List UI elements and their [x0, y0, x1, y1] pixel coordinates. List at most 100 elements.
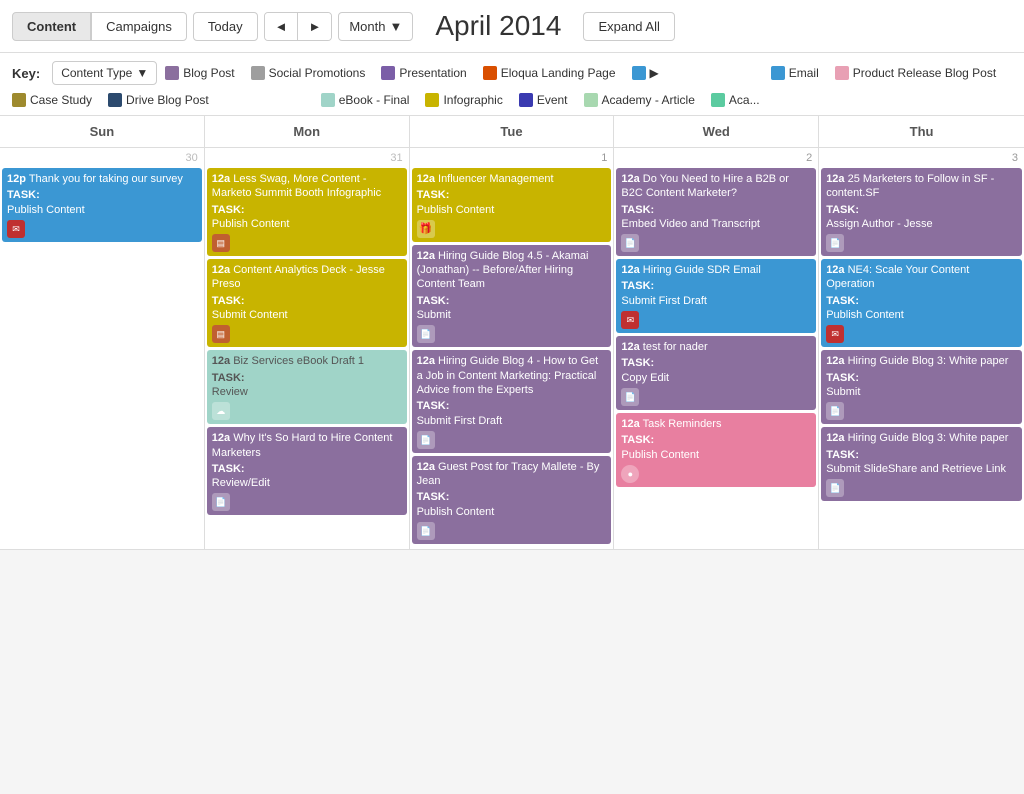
task-label: TASK: [621, 279, 811, 293]
task-label: TASK: [417, 490, 607, 504]
today-button[interactable]: Today [193, 12, 258, 41]
task-label: TASK: [621, 203, 811, 217]
icon-row: ✉ [621, 311, 811, 329]
task-label: TASK: [621, 356, 811, 370]
event-hiring-guide-3b[interactable]: 12a Hiring Guide Blog 3: White paper TAS… [821, 427, 1022, 501]
content-campaigns-toggle: Content Campaigns [12, 12, 187, 41]
event-ebook[interactable]: 12a Biz Services eBook Draft 1 TASK: Rev… [207, 350, 407, 424]
icon-row: 📄 [212, 493, 402, 511]
event-hire[interactable]: 12a Why It's So Hard to Hire Content Mar… [207, 427, 407, 515]
aca-swatch [711, 93, 725, 107]
event-guest-post[interactable]: 12a Guest Post for Tracy Mallete - By Je… [412, 456, 612, 544]
task-value: Submit [417, 308, 607, 322]
icon-row: 📄 [417, 522, 607, 540]
event-time: 12a [826, 173, 844, 185]
social-label: Social Promotions [269, 66, 366, 80]
next-button[interactable]: ► [298, 13, 331, 40]
doc-icon: 📄 [417, 325, 435, 343]
doc-icon: 📄 [621, 234, 639, 252]
event-time: 12a [212, 432, 230, 444]
content-button[interactable]: Content [12, 12, 91, 41]
event-hiring-guide-4[interactable]: 12a Hiring Guide Blog 4 - How to Get a J… [412, 350, 612, 452]
icon-row: 🎁 [417, 220, 607, 238]
drive-swatch [108, 93, 122, 107]
cell-31: 31 12a Less Swag, More Content - Marketo… [205, 148, 410, 550]
event-nader[interactable]: 12a test for nader TASK: Copy Edit 📄 [616, 336, 816, 410]
day-num-2: 2 [616, 150, 816, 166]
eloqua-label: Eloqua Landing Page [501, 66, 616, 80]
day-num-1: 1 [412, 150, 612, 166]
task-label: TASK: [212, 203, 402, 217]
expand-all-button[interactable]: Expand All [583, 12, 674, 41]
task-value: Review/Edit [212, 476, 402, 490]
event-hiring-guide-3a[interactable]: 12a Hiring Guide Blog 3: White paper TAS… [821, 350, 1022, 424]
product-label: Product Release Blog Post [853, 66, 996, 80]
task-label: TASK: [417, 294, 607, 308]
event-hiring-guide-45[interactable]: 12a Hiring Guide Blog 4.5 - Akamai (Jona… [412, 245, 612, 347]
cloud-icon: ☁ [212, 402, 230, 420]
task-value: Embed Video and Transcript [621, 217, 811, 231]
task-label: TASK: [417, 188, 607, 202]
key-dropdown[interactable]: Content Type ▼ [52, 61, 157, 85]
event-analytics[interactable]: 12a Content Analytics Deck - Jesse Preso… [207, 259, 407, 347]
key-item-academy: Academy - Article [584, 93, 695, 107]
circle-icon: ● [621, 465, 639, 483]
event-task-reminders[interactable]: 12a Task Reminders TASK: Publish Content… [616, 413, 816, 487]
campaigns-button[interactable]: Campaigns [91, 12, 187, 41]
email-icon: ✉ [621, 311, 639, 329]
event-ne4[interactable]: 12a NE4: Scale Your Content Operation TA… [821, 259, 1022, 347]
doc-icon: 📄 [826, 402, 844, 420]
blog-label: Blog Post [183, 66, 234, 80]
task-value: Submit First Draft [621, 294, 811, 308]
task-label: TASK: [826, 371, 1017, 385]
icon-row: 📄 [417, 431, 607, 449]
preso-icon: ▤ [212, 234, 230, 252]
task-label: TASK: [826, 203, 1017, 217]
task-value: Submit First Draft [417, 414, 607, 428]
event-time: 12a [417, 461, 435, 473]
icon-row: ☁ [212, 402, 402, 420]
event-time: 12a [212, 264, 230, 276]
event-time: 12a [826, 264, 844, 276]
gift-icon: 🎁 [417, 220, 435, 238]
case-label: Case Study [30, 93, 92, 107]
day-num-30: 30 [2, 150, 202, 166]
social-swatch [251, 66, 265, 80]
key-label: Key: [12, 66, 40, 81]
month-select[interactable]: Month ▼ [338, 12, 413, 41]
event-label: Event [537, 93, 568, 107]
key-item-presentation: Presentation [381, 66, 466, 80]
key-item-event: Event [519, 93, 568, 107]
task-label: TASK: [212, 294, 402, 308]
key-item-aca: Aca... [711, 93, 760, 107]
event-influencer[interactable]: 12a Influencer Management TASK: Publish … [412, 168, 612, 242]
event-25-marketers[interactable]: 12a 25 Marketers to Follow in SF - conte… [821, 168, 1022, 256]
icon-row: 📄 [826, 479, 1017, 497]
icon-row: ✉ [826, 325, 1017, 343]
cell-1: 1 12a Influencer Management TASK: Publis… [410, 148, 615, 550]
icon-row: ● [621, 465, 811, 483]
presentation-swatch [381, 66, 395, 80]
ebook-label: eBook - Final [339, 93, 410, 107]
header-thu: Thu [819, 116, 1024, 147]
key-item-social: Social Promotions [251, 66, 366, 80]
day-num-3: 3 [821, 150, 1022, 166]
icon-row: 📄 [621, 388, 811, 406]
prev-button[interactable]: ◄ [265, 13, 299, 40]
task-value: Publish Content [417, 203, 607, 217]
task-value: Copy Edit [621, 371, 811, 385]
ebook-swatch [321, 93, 335, 107]
drive-label: Drive Blog Post [126, 93, 209, 107]
event-sdr-email[interactable]: 12a Hiring Guide SDR Email TASK: Submit … [616, 259, 816, 333]
task-value: Publish Content [826, 308, 1017, 322]
task-label: TASK: [212, 371, 402, 385]
calendar: Sun Mon Tue Wed Thu 30 12p Thank you for… [0, 116, 1024, 550]
event-b2b-b2c[interactable]: 12a Do You Need to Hire a B2B or B2C Con… [616, 168, 816, 256]
event-time: 12a [621, 418, 639, 430]
task-label: TASK: [621, 433, 811, 447]
task-value: Assign Author - Jesse [826, 217, 1017, 231]
event-swag[interactable]: 12a Less Swag, More Content - Marketo Su… [207, 168, 407, 256]
event-survey[interactable]: 12p Thank you for taking our survey TASK… [2, 168, 202, 242]
header-mon: Mon [205, 116, 410, 147]
key-item-product: Product Release Blog Post [835, 66, 996, 80]
